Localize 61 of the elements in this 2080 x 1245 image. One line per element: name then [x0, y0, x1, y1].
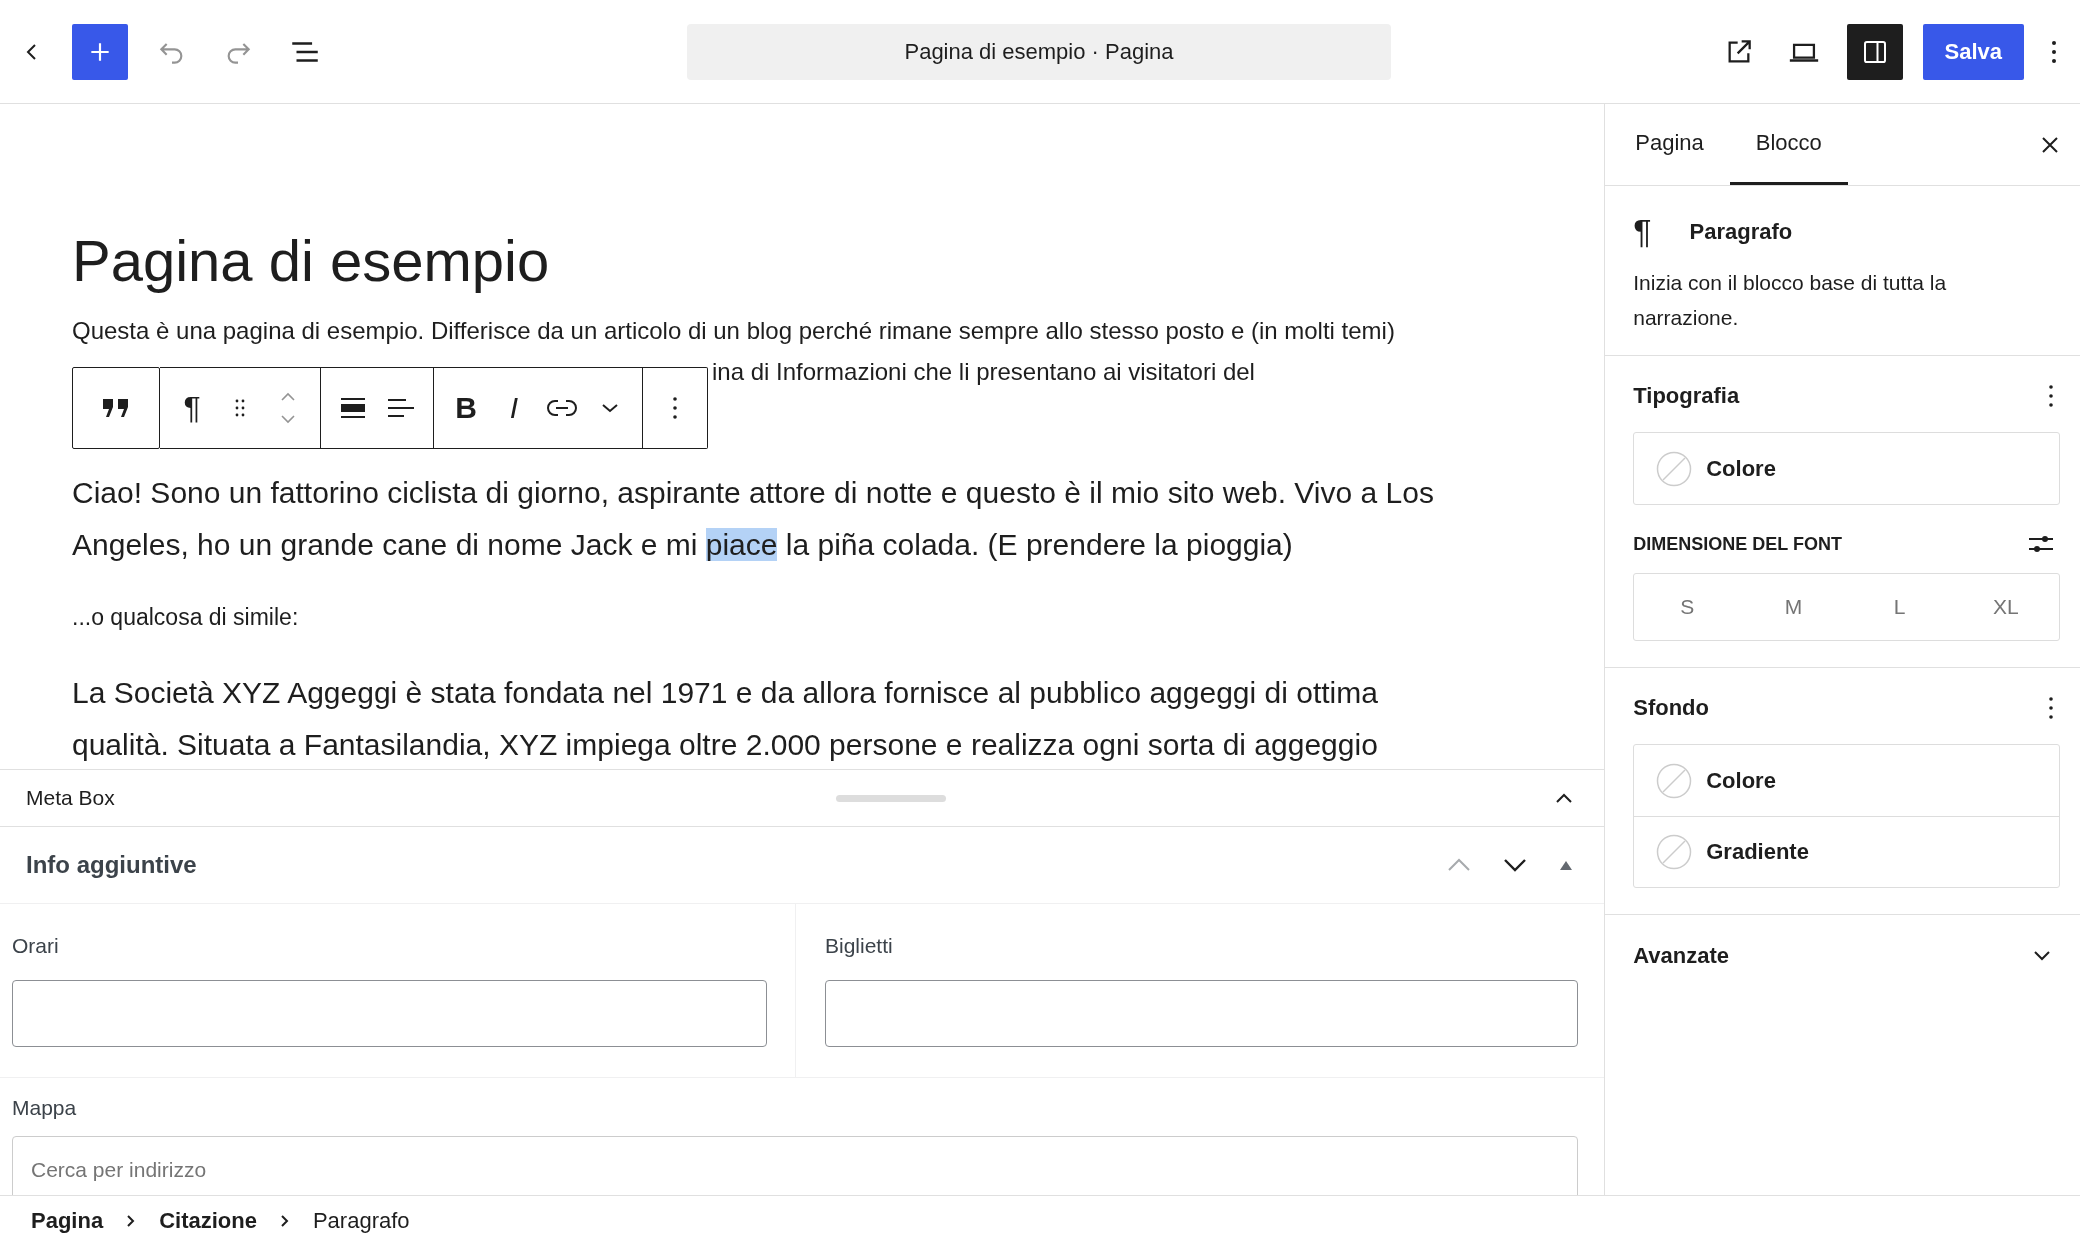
block-icon: ¶ [1633, 212, 1652, 251]
resize-handle[interactable] [836, 794, 947, 802]
chevron-down-icon [1502, 857, 1529, 873]
meta-box-title: Meta Box [26, 786, 115, 810]
sidebar-tab[interactable]: Pagina [1609, 104, 1730, 185]
close-icon [2040, 134, 2060, 155]
font-size-option[interactable]: XL [1952, 574, 2059, 640]
more-options-icon [2048, 696, 2054, 720]
field-label: Mappa [12, 1096, 78, 1120]
paragraph[interactable]: Ciao! Sono un fattorino ciclista di giorno, aspirante attore di notte e questo è il mio sito web. Vivo a Los Angeles, ho un grande cane di nome Jack e mi piace la piña colada. (E prendere la pioggia) [72, 467, 1472, 571]
add-block-button[interactable] [72, 23, 128, 80]
empty-swatch-icon [1656, 762, 1693, 799]
select-parent-button[interactable] [72, 367, 160, 449]
background-option[interactable]: Colore [1634, 745, 2059, 816]
input-field[interactable] [12, 980, 767, 1047]
breadcrumb-item[interactable]: Citazione [159, 1207, 257, 1234]
block-description: Inizia con il blocco base di tutta la narrazione. [1633, 270, 1948, 331]
triangle-up-icon [1558, 859, 1575, 871]
settings-toggle-button[interactable] [1846, 23, 1903, 80]
chevron-right-icon [278, 1213, 291, 1228]
background-option[interactable]: Gradiente [1634, 816, 2059, 887]
paragraph[interactable]: La Società XYZ Aggeggi è stata fondata nel 1971 e da allora fornisce al pubblico aggeggi di ottima qualità. Situata a Fantasilandia, XYZ impiega oltre 2.000 persone e realizza ogni sorta di aggeggio [72, 667, 1472, 769]
align-left-icon [386, 396, 416, 420]
paragraph-fragment: ina di Informazioni che li presentano ai visitatori del [712, 357, 1255, 387]
panel-title: Sfondo [1633, 695, 1709, 721]
font-size-option[interactable]: S [1634, 574, 1741, 640]
block-name: Paragrafo [1689, 218, 1793, 245]
quote-icon [101, 397, 131, 419]
input-field[interactable] [825, 980, 1579, 1047]
block-type-button[interactable]: ¶ [170, 378, 214, 438]
font-size-option[interactable]: L [1846, 574, 1953, 640]
document-title-bar[interactable]: Pagina di esempio · Pagina [687, 23, 1391, 80]
page-title[interactable]: Pagina di esempio [72, 226, 1545, 296]
advanced-panel-toggle[interactable]: Avanzate [1605, 915, 2080, 997]
full-width-align-icon [339, 396, 367, 420]
panel-title: Tipografia [1633, 383, 1740, 409]
color-option[interactable]: Colore [1634, 433, 2059, 504]
drag-icon [234, 398, 246, 418]
paragraph-line[interactable]: Questa è una pagina di esempio. Differisce da un articolo di un blog perché rimane sempre allo stesso posto e (in molti temi) [72, 310, 1545, 351]
chevron-down-icon [2032, 950, 2052, 962]
sidebar-tab[interactable]: Blocco [1729, 104, 1848, 185]
more-options-icon [672, 396, 678, 420]
paragraph[interactable]: ...o qualcosa di simile: [72, 597, 1472, 637]
more-options-icon [2048, 384, 2054, 408]
empty-swatch-icon [1656, 834, 1693, 870]
save-button[interactable]: Salva [1922, 23, 2024, 80]
font-size-option[interactable]: M [1740, 574, 1847, 640]
link-icon [546, 398, 578, 418]
field-label: Biglietti [825, 934, 894, 958]
italic-button[interactable]: I [492, 378, 536, 438]
font-size-label: DIMENSIONE DEL FONT [1633, 533, 1842, 555]
more-options-icon [2050, 38, 2058, 65]
chevron-down-icon [600, 402, 620, 414]
sliders-icon [2028, 533, 2054, 555]
breadcrumb-item[interactable]: Paragrafo [312, 1207, 410, 1234]
field-label: Orari [12, 934, 60, 958]
empty-swatch-icon [1656, 450, 1693, 487]
bold-button[interactable]: B [444, 378, 488, 438]
panel-title[interactable]: Info aggiuntive [26, 851, 197, 879]
address-field[interactable]: Cerca per indirizzo [12, 1136, 1579, 1195]
breadcrumb-item[interactable]: Pagina [31, 1207, 104, 1234]
